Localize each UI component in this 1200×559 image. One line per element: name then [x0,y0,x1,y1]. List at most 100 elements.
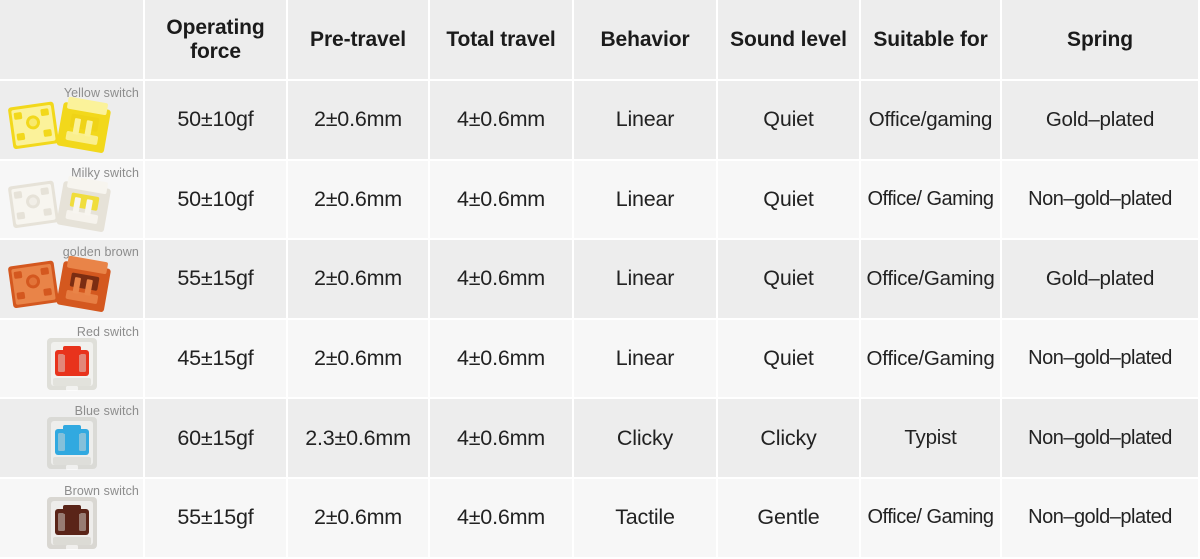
cell-suitable-for: Office/gaming [861,81,1000,159]
cell-value: 2±0.6mm [313,186,403,211]
switch-image-cell: Blue switch [0,399,143,477]
switch-image-cell: Red switch [0,319,143,398]
yellow-switch-pair-graphic [8,96,111,153]
cell-pre-travel: 2±0.6mm [288,81,428,159]
cell-operating-force: 50±10gf [145,160,286,239]
cell-behavior: Linear [574,319,716,398]
header-label-sound-level: Sound level [730,27,847,51]
switch-cell-inner: Blue switch [0,399,143,477]
cell-operating-force: 55±15gf [145,240,286,318]
cell-value: Linear [615,107,675,132]
cell-suitable-for: Office/ Gaming [861,160,1000,239]
red-switch-single-icon [0,334,143,396]
milky-switch-pair-icon [0,175,143,237]
cell-behavior: Linear [574,160,716,239]
milky-switch-pair-graphic [8,176,111,233]
header-cell-switch [0,0,143,79]
header-cell-sound-level: Sound level [718,0,859,79]
cell-value: Quiet [763,186,814,211]
cell-value: Non–gold–plated [1028,187,1172,210]
cell-behavior: Linear [574,240,716,318]
cell-value: Typist [904,426,957,450]
cell-behavior: Linear [574,81,716,159]
cell-value: 2.3±0.6mm [305,425,411,450]
cell-value: Office/ Gaming [867,506,994,529]
header-label-operating-force-line1: Operating [166,15,265,39]
header-cell-behavior: Behavior [574,0,716,79]
switch-image-cell: Brown switch [0,478,143,557]
cell-spring: Non–gold–plated [1002,478,1198,557]
cell-value: Linear [615,346,675,371]
cell-value: 2±0.6mm [313,346,403,371]
golden-brown-switch-pair-graphic [8,255,111,312]
cell-value: 4±0.6mm [456,186,546,211]
cell-pre-travel: 2±0.6mm [288,160,428,239]
cell-value: 4±0.6mm [456,107,546,132]
cell-value: Quiet [763,107,814,132]
cell-operating-force: 60±15gf [145,399,286,477]
header-label-operating-force: Operating force [166,16,264,63]
cell-value: Gentle [757,505,820,530]
cell-spring: Gold–plated [1002,81,1198,159]
header-label-total-travel: Total travel [446,27,556,51]
cell-sound-level: Quiet [718,319,859,398]
switch-cell-inner: golden brown [0,240,143,318]
cell-value: Linear [615,266,675,291]
cell-pre-travel: 2±0.6mm [288,319,428,398]
cell-value: 55±15gf [177,266,254,291]
cell-value: 2±0.6mm [313,266,403,291]
cell-total-travel: 4±0.6mm [430,319,572,398]
cell-value: Office/gaming [868,107,993,131]
cell-value: 4±0.6mm [456,346,546,371]
header-label-operating-force-line2: force [190,39,241,63]
header-cell-operating-force: Operating force [145,0,286,79]
yellow-switch-pair-icon [0,95,143,157]
cell-value: 4±0.6mm [456,266,546,291]
golden-brown-switch-pair-icon [0,254,143,316]
cell-value: 4±0.6mm [456,425,546,450]
cell-total-travel: 4±0.6mm [430,81,572,159]
cell-value: Non–gold–plated [1028,347,1172,370]
switch-cell-inner: Brown switch [0,479,143,557]
header-label-behavior: Behavior [600,27,690,51]
cell-pre-travel: 2.3±0.6mm [288,399,428,477]
cell-spring: Non–gold–plated [1002,160,1198,239]
cell-sound-level: Quiet [718,240,859,318]
header-label-spring: Spring [1067,27,1133,51]
cell-value: 60±15gf [177,425,254,450]
cell-suitable-for: Office/Gaming [861,240,1000,318]
cell-value: Linear [615,186,675,211]
cell-pre-travel: 2±0.6mm [288,478,428,557]
header-cell-total-travel: Total travel [430,0,572,79]
cell-spring: Non–gold–plated [1002,319,1198,398]
cell-sound-level: Gentle [718,478,859,557]
brown-switch-single-icon [0,493,143,555]
cell-value: Quiet [763,266,814,291]
cell-sound-level: Quiet [718,81,859,159]
switch-image-cell: Yellow switch [0,81,143,159]
cell-value: Office/ Gaming [867,187,994,210]
cell-value: Clicky [616,425,674,450]
cell-sound-level: Clicky [718,399,859,477]
brown-switch-single-graphic [46,496,97,550]
header-label-pre-travel: Pre-travel [310,27,406,51]
switch-cell-inner: Red switch [0,320,143,398]
cell-suitable-for: Office/ Gaming [861,478,1000,557]
cell-suitable-for: Typist [861,399,1000,477]
cell-value: Gold–plated [1045,266,1155,290]
cell-value: 45±15gf [177,346,254,371]
cell-value: 2±0.6mm [313,505,403,530]
cell-suitable-for: Office/Gaming [861,319,1000,398]
cell-total-travel: 4±0.6mm [430,240,572,318]
cell-behavior: Clicky [574,399,716,477]
switch-cell-inner: Milky switch [0,161,143,239]
cell-value: 2±0.6mm [313,107,403,132]
cell-value: Gold–plated [1045,107,1155,131]
cell-value: 55±15gf [177,505,254,530]
cell-value: Non–gold–plated [1028,506,1172,529]
cell-value: Quiet [763,346,814,371]
cell-operating-force: 50±10gf [145,81,286,159]
switch-image-cell: Milky switch [0,160,143,239]
switch-cell-inner: Yellow switch [0,81,143,159]
switch-comparison-table: Operating force Pre-travel Total travel … [0,0,1200,559]
